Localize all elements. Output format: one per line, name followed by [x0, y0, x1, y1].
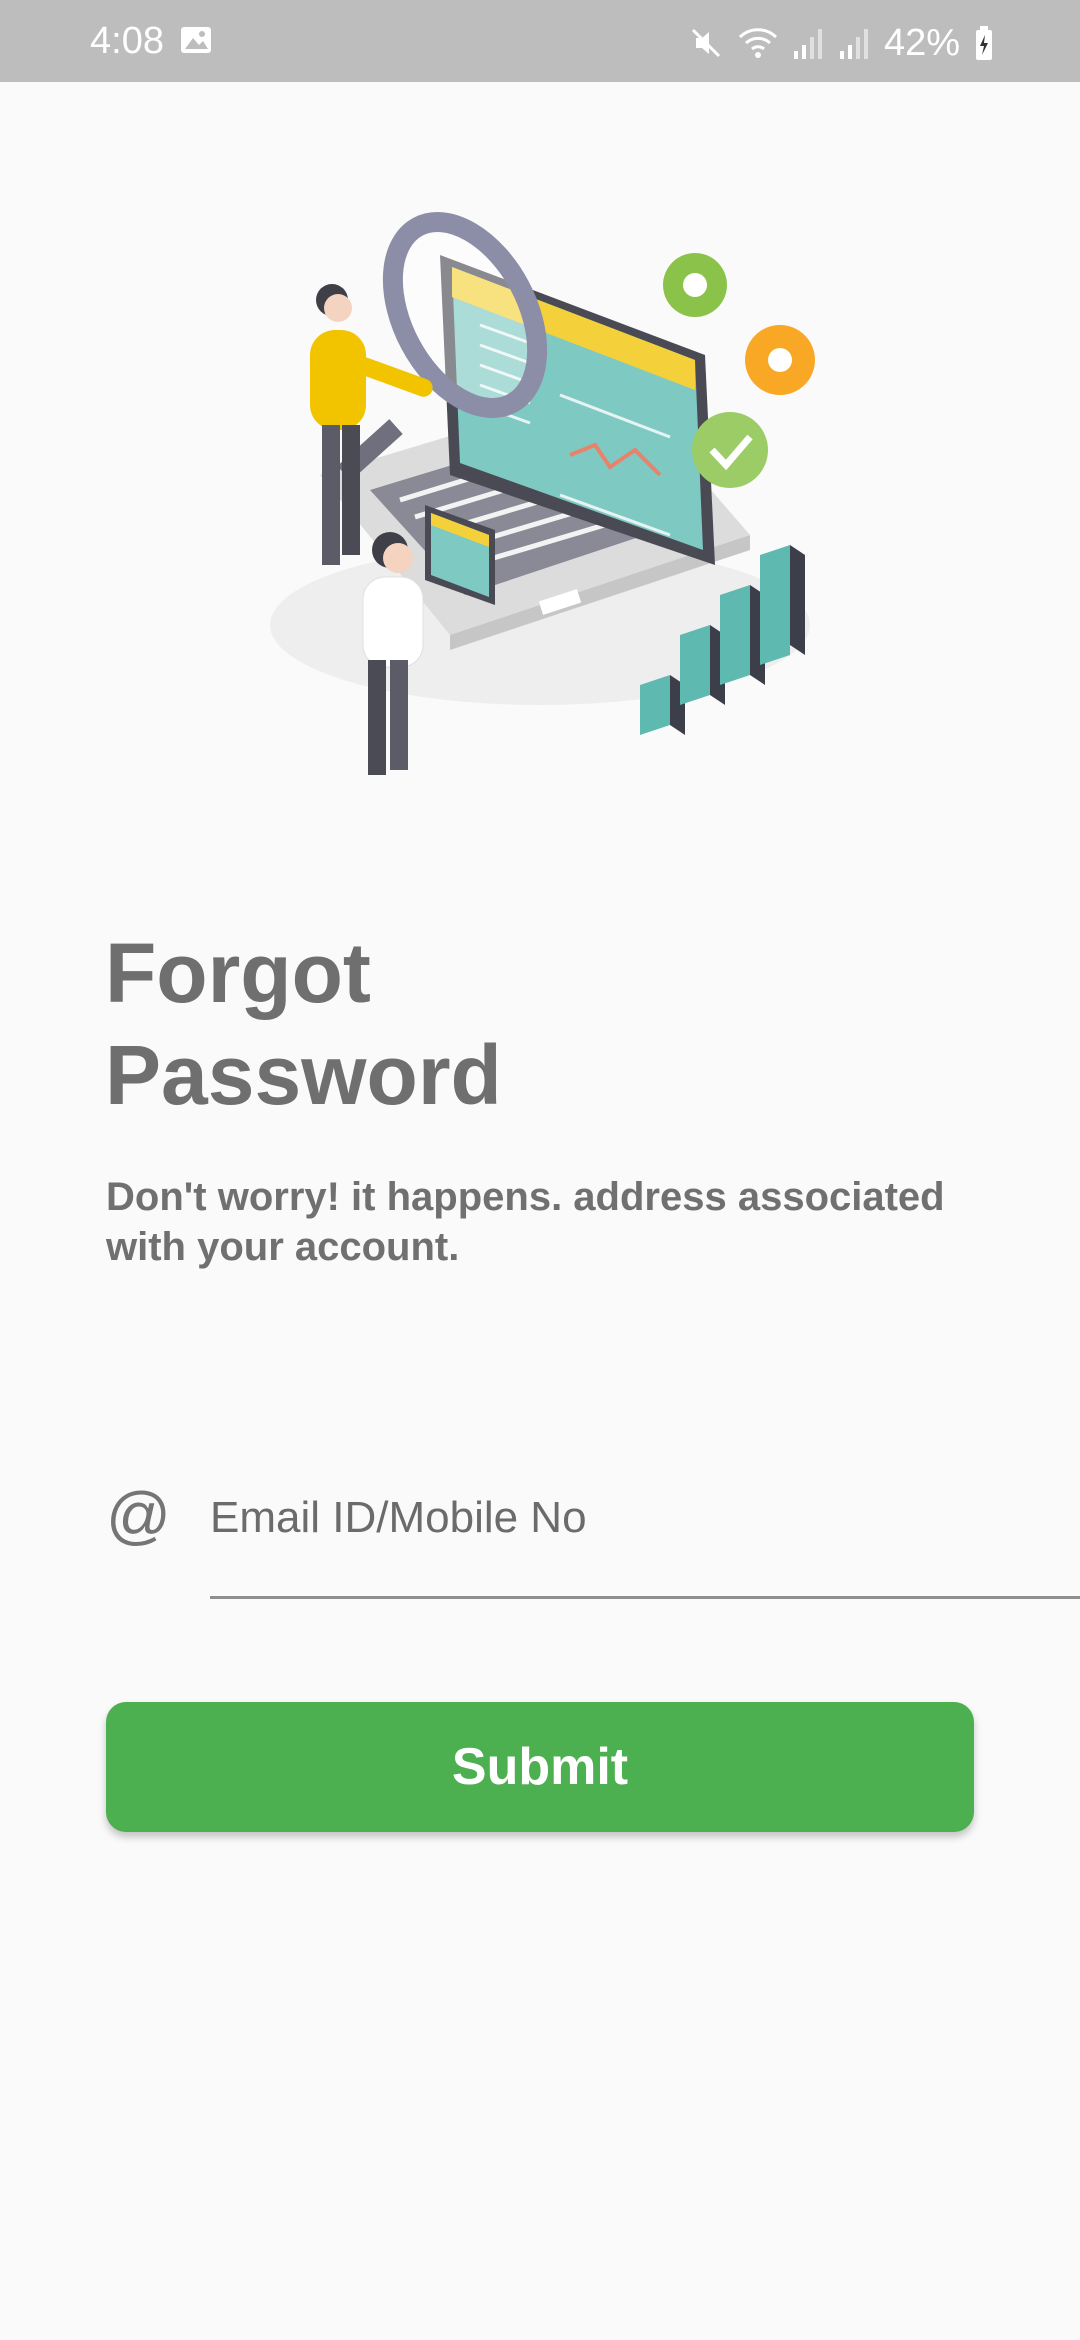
email-field-row: @: [106, 1470, 1080, 1600]
gallery-icon: [181, 27, 211, 53]
status-time: 4:08: [90, 20, 164, 62]
page-title-line-2: Password: [105, 1028, 502, 1122]
at-sign-icon: @: [106, 1479, 171, 1551]
check-badge-icon: [692, 412, 768, 488]
battery-percentage: 42%: [883, 22, 960, 64]
page-title-line-1: Forgot: [105, 926, 371, 1020]
email-field-underline: [210, 1596, 1080, 1599]
forgot-password-illustration: [270, 212, 815, 775]
battery-charging-icon: [976, 26, 992, 60]
status-icons: 42%: [688, 20, 994, 66]
page-title: Forgot Password: [105, 922, 705, 1126]
signal-icon: [793, 29, 822, 59]
page-subtitle: Don't worry! it happens. address associa…: [106, 1175, 945, 1269]
email-mobile-input[interactable]: [210, 1470, 1080, 1566]
signal-icon: [839, 29, 868, 59]
status-bar: 4:08 42%: [0, 0, 1080, 82]
wifi-icon: [738, 28, 777, 58]
submit-button[interactable]: Submit: [106, 1702, 974, 1832]
mute-icon: [691, 28, 720, 58]
